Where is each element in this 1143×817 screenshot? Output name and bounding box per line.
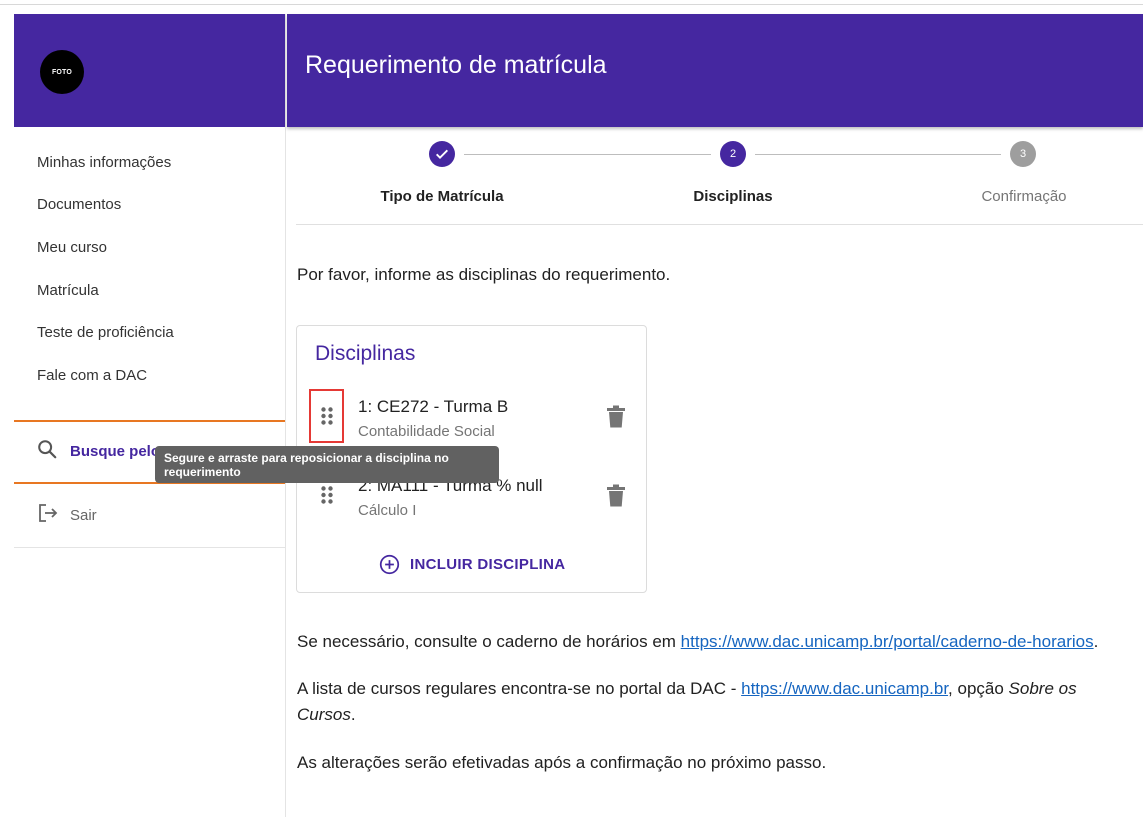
avatar[interactable]: FOTO <box>40 50 84 94</box>
sidebar-item-teste-proficiencia[interactable]: Teste de proficiência <box>14 311 285 354</box>
logout-label: Sair <box>70 506 97 524</box>
dac-portal-link[interactable]: https://www.dac.unicamp.br <box>741 679 948 698</box>
step-3-pending[interactable]: 3 <box>1010 141 1036 167</box>
discipline-subtitle: Cálculo I <box>358 502 417 519</box>
page-header: Requerimento de matrícula <box>287 14 1143 127</box>
step-connector <box>755 154 1001 155</box>
sidebar: FOTO Minhas informações Documentos Meu c… <box>14 14 286 817</box>
trash-icon[interactable] <box>605 405 627 429</box>
card-title: Disciplinas <box>315 342 416 365</box>
logout-button[interactable]: Sair <box>14 484 285 548</box>
sidebar-item-matricula[interactable]: Matrícula <box>14 269 285 312</box>
sidebar-item-documentos[interactable]: Documentos <box>14 184 285 227</box>
intro-text: Por favor, informe as disciplinas do req… <box>297 265 671 284</box>
sidebar-item-fale-com-dac[interactable]: Fale com a DAC <box>14 354 285 397</box>
para2-text: A lista de cursos regulares encontra-se … <box>297 679 742 698</box>
paragraph-cursos: A lista de cursos regulares encontra-se … <box>297 676 1127 728</box>
para1-suffix: . <box>1093 632 1099 651</box>
step-connector <box>464 154 711 155</box>
add-discipline-button[interactable]: INCLUIR DISCIPLINA <box>379 554 565 575</box>
add-circle-icon <box>379 554 400 575</box>
para1-text: Se necessário, consulte o caderno de hor… <box>297 632 681 651</box>
para2-middle: , opção <box>948 679 1009 698</box>
step-2-active[interactable]: 2 <box>720 141 746 167</box>
paragraph-alteracoes: As alterações serão efetivadas após a co… <box>297 753 827 772</box>
sidebar-item-meu-curso[interactable]: Meu curso <box>14 226 285 269</box>
stepper: 2 3 Tipo de Matrícula Disciplinas Confir… <box>296 127 1143 225</box>
page-title: Requerimento de matrícula <box>305 51 607 79</box>
step-label-confirmacao: Confirmação <box>981 188 1067 205</box>
discipline-title: 1: CE272 - Turma B <box>358 397 509 416</box>
step-label-tipo-matricula: Tipo de Matrícula <box>380 188 504 205</box>
drag-tooltip: Segure e arraste para reposicionar a dis… <box>155 446 499 483</box>
discipline-subtitle: Contabilidade Social <box>358 423 495 440</box>
list-item[interactable]: 1: CE272 - Turma B Contabilidade Social <box>297 389 646 449</box>
sidebar-nav: Minhas informações Documentos Meu curso … <box>14 127 285 397</box>
para2-suffix: . <box>350 705 356 724</box>
logout-icon <box>36 501 60 530</box>
caderno-horarios-link[interactable]: https://www.dac.unicamp.br/portal/cadern… <box>681 632 1094 651</box>
add-discipline-label: INCLUIR DISCIPLINA <box>410 556 566 573</box>
search-icon <box>36 438 58 465</box>
check-icon <box>436 149 448 159</box>
sidebar-header: FOTO <box>14 14 285 127</box>
main-content: Por favor, informe as disciplinas do req… <box>297 265 1143 285</box>
search-label: Busque pelo <box>70 443 161 461</box>
sidebar-item-minhas-informacoes[interactable]: Minhas informações <box>14 141 285 184</box>
trash-icon[interactable] <box>605 484 627 508</box>
window-top-border <box>0 0 1143 5</box>
drag-handle-icon[interactable] <box>309 389 344 443</box>
paragraph-caderno: Se necessário, consulte o caderno de hor… <box>297 629 1098 655</box>
step-label-disciplinas: Disciplinas <box>693 188 773 205</box>
step-1-done[interactable] <box>429 141 455 167</box>
